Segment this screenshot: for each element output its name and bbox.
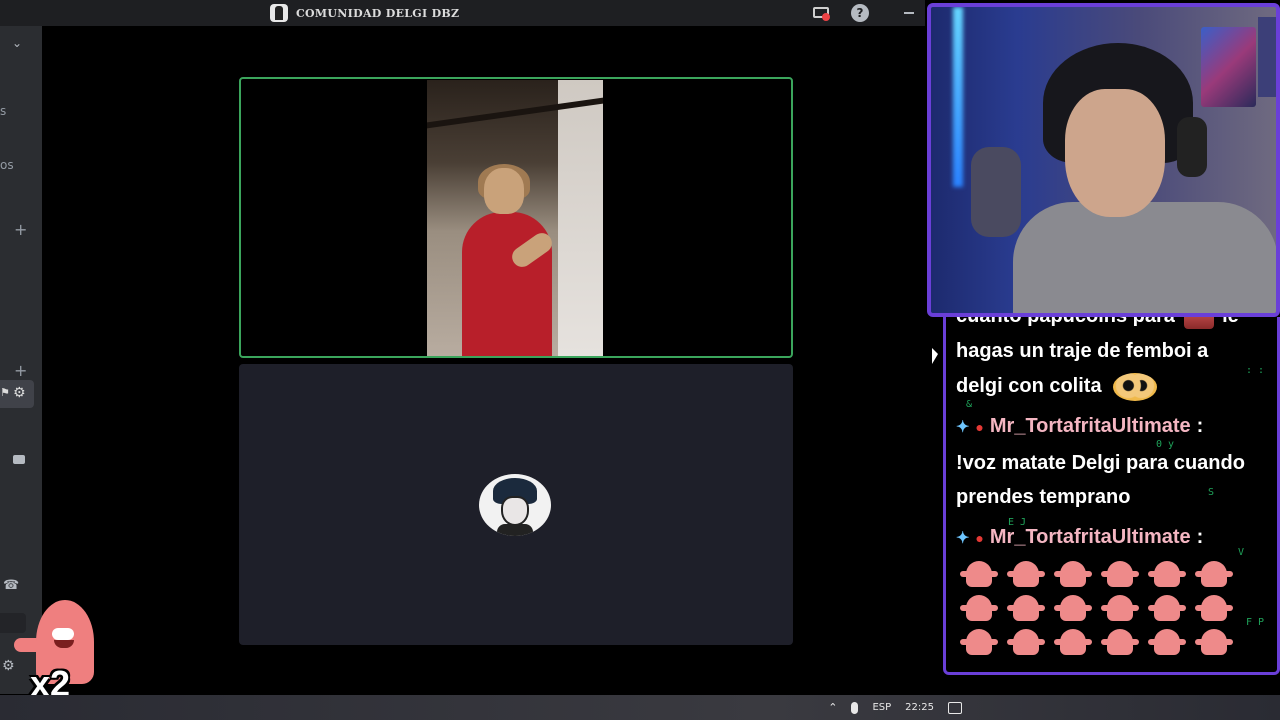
chat-text: le bbox=[1222, 317, 1239, 327]
camera-icon[interactable] bbox=[13, 455, 25, 464]
user-avatar bbox=[479, 474, 551, 536]
video-tile-avatar[interactable] bbox=[239, 364, 793, 645]
pleading-emote-icon bbox=[1113, 372, 1158, 401]
chat-text: hagas un traje de femboi a bbox=[956, 340, 1209, 362]
headset-icon bbox=[1177, 117, 1207, 177]
chat-text: !voz matate Delgi para cuando bbox=[956, 452, 1245, 474]
patrick-emote-icon bbox=[960, 559, 998, 587]
window-titlebar: COMUNIDAD DELGI DBZ ? bbox=[0, 0, 925, 26]
cherry-badge-icon: ● bbox=[975, 529, 984, 546]
server-name: COMUNIDAD DELGI DBZ bbox=[296, 6, 460, 20]
patrick-emote-icon bbox=[1007, 593, 1045, 621]
chevron-down-icon[interactable]: ⌄ bbox=[12, 36, 22, 50]
phone-icon[interactable]: ☎ bbox=[3, 578, 19, 593]
invite-icon[interactable]: ⚑ bbox=[0, 386, 10, 399]
stream-chat: : : & 0 y S E J V F P cuanto papucoins p… bbox=[943, 317, 1280, 675]
microphone-tray-icon[interactable] bbox=[851, 701, 859, 714]
patrick-emote-icon bbox=[960, 627, 998, 655]
stream-screen: COMUNIDAD DELGI DBZ ? ⌄ s os + + ⚑ ⚙ ☎ ⚙ bbox=[0, 0, 1280, 720]
notification-icon[interactable] bbox=[948, 701, 962, 714]
patrick-emote-icon bbox=[960, 593, 998, 621]
patrick-emote-icon bbox=[1007, 627, 1045, 655]
patrick-emote-icon bbox=[1054, 559, 1092, 587]
channel-sidebar: ⌄ s os + + ⚑ ⚙ ☎ ⚙ bbox=[0, 26, 42, 694]
screen-share-icon[interactable] bbox=[812, 4, 830, 22]
minimize-icon[interactable] bbox=[904, 12, 914, 14]
add-channel-icon[interactable]: + bbox=[14, 222, 27, 238]
language-indicator[interactable]: ESP bbox=[872, 702, 891, 713]
sword-badge-icon: ✦ bbox=[956, 529, 970, 547]
emote-grid bbox=[960, 559, 1250, 655]
chat-text: prendes temprano bbox=[956, 486, 1131, 508]
patrick-emote-icon bbox=[1054, 627, 1092, 655]
window-title: COMUNIDAD DELGI DBZ bbox=[270, 4, 459, 22]
patrick-emote-icon bbox=[1101, 627, 1139, 655]
chat-username: Mr_TortafritaUltimate bbox=[989, 526, 1191, 548]
patrick-emote-icon bbox=[1195, 627, 1233, 655]
patrick-emote-icon bbox=[1195, 559, 1233, 587]
settings-gear-icon[interactable]: ⚙ bbox=[2, 658, 15, 674]
chat-text: delgi con colita bbox=[956, 375, 1102, 397]
patrick-emote-icon bbox=[1195, 593, 1233, 621]
channel-label-partial[interactable]: os bbox=[0, 158, 14, 172]
chat-text: cuanto papucoins para bbox=[956, 317, 1175, 327]
clock[interactable]: 22:25 bbox=[905, 702, 934, 713]
help-icon[interactable]: ? bbox=[851, 4, 869, 22]
patrick-emote-icon bbox=[1054, 593, 1092, 621]
camera-feed bbox=[427, 80, 603, 356]
patrick-emote-icon bbox=[1148, 593, 1186, 621]
patrick-emote-icon bbox=[1101, 559, 1139, 587]
video-tile-active[interactable] bbox=[239, 77, 793, 358]
taskbar: ⌃ ESP 22:25 bbox=[0, 695, 1280, 720]
chat-username: Mr_TortafritaUltimate bbox=[989, 415, 1191, 437]
mouse-cursor-icon bbox=[932, 348, 938, 364]
channel-label-partial[interactable]: s bbox=[0, 104, 6, 118]
cherry-badge-icon: ● bbox=[975, 418, 984, 435]
system-tray: ⌃ ESP 22:25 bbox=[828, 695, 962, 720]
streamer-webcam bbox=[927, 3, 1280, 317]
patrick-emote-icon bbox=[1148, 627, 1186, 655]
emote-icon bbox=[1183, 317, 1214, 329]
patrick-emote-icon bbox=[1007, 559, 1045, 587]
sword-badge-icon: ✦ bbox=[956, 418, 970, 436]
patrick-emote-icon bbox=[1101, 593, 1139, 621]
patrick-emote-icon bbox=[1148, 559, 1186, 587]
chevron-up-icon[interactable]: ⌃ bbox=[828, 701, 837, 714]
add-channel-icon[interactable]: + bbox=[14, 363, 27, 379]
gear-icon[interactable]: ⚙ bbox=[13, 386, 27, 400]
server-icon bbox=[270, 4, 288, 22]
person-figure bbox=[452, 164, 582, 356]
microphone-icon bbox=[971, 147, 1021, 237]
